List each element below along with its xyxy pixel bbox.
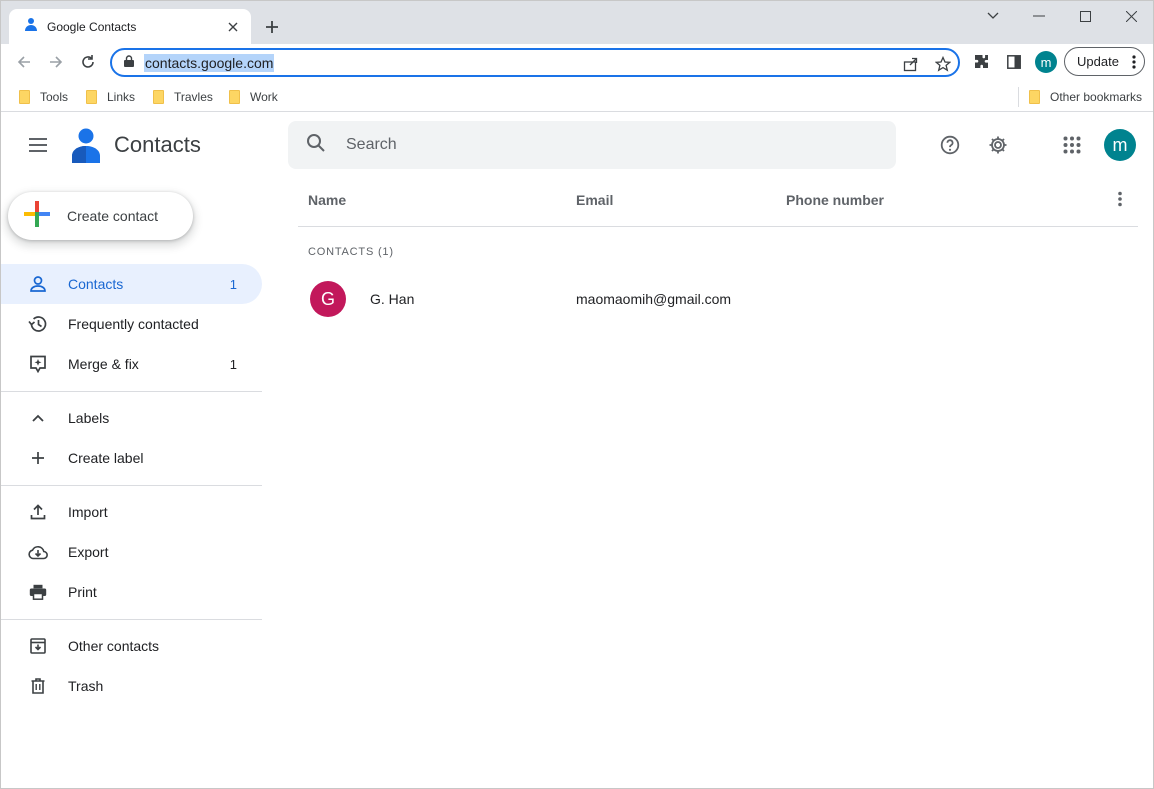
sidebar-divider [1, 391, 262, 392]
sidebar-item-label: Export [68, 544, 109, 560]
close-tab-icon[interactable] [225, 19, 241, 35]
lock-icon [124, 54, 134, 72]
apps-grid-icon[interactable] [1060, 133, 1084, 157]
bookmarks-bar: Tools Links Travles Work Other bookmarks [1, 81, 1153, 112]
contacts-logo-icon [70, 127, 102, 163]
folder-icon [19, 90, 30, 104]
forward-icon[interactable] [44, 50, 68, 74]
upload-icon [27, 501, 49, 523]
person-icon [27, 273, 49, 295]
contacts-app: Contacts m Create contact [1, 113, 1153, 788]
sidebar-divider [1, 619, 262, 620]
create-contact-button[interactable]: Create contact [8, 192, 193, 240]
tab-strip: Google Contacts [1, 1, 1153, 44]
browser-toolbar: contacts.google.com m Update [1, 44, 1153, 81]
plus-icon [27, 447, 49, 469]
sidebar-item-frequently-contacted[interactable]: Frequently contacted [1, 304, 262, 344]
history-icon [27, 313, 49, 335]
menu-dots-icon [1132, 54, 1136, 73]
sidebar-item-label: Labels [68, 410, 110, 426]
sidebar-item-other-contacts[interactable]: Other contacts [1, 626, 262, 666]
bookmark-star-icon[interactable] [933, 54, 953, 74]
printer-icon [27, 581, 49, 603]
help-icon[interactable] [938, 133, 962, 157]
column-header-phone[interactable]: Phone number [786, 192, 884, 208]
folder-icon [229, 90, 240, 104]
tab-title: Google Contacts [47, 19, 137, 34]
tab-search-icon[interactable] [979, 5, 1007, 27]
sidebar-item-label: Other contacts [68, 638, 160, 654]
folder-icon [153, 90, 164, 104]
sidebar-item-label: Frequently contacted [68, 316, 199, 332]
chevron-up-icon [27, 407, 49, 429]
search-icon[interactable] [306, 133, 326, 158]
sidebar-item-export[interactable]: Export [1, 532, 262, 572]
reload-icon[interactable] [76, 50, 100, 74]
main-menu-icon[interactable] [26, 133, 50, 157]
merge-fix-icon [27, 353, 49, 375]
maximize-icon[interactable] [1071, 5, 1099, 27]
contacts-section-label: CONTACTS (1) [308, 246, 394, 258]
sidebar-item-print[interactable]: Print [1, 572, 262, 612]
sidebar-item-trash[interactable]: Trash [1, 666, 262, 706]
column-header-name[interactable]: Name [308, 192, 346, 208]
cloud-download-icon [27, 541, 49, 563]
create-contact-label: Create contact [67, 208, 159, 224]
contact-avatar: G [310, 281, 346, 317]
browser-window: Google Contacts contacts.google.com m Up… [0, 0, 1154, 789]
sidebar-item-contacts[interactable]: Contacts 1 [1, 264, 262, 304]
share-icon[interactable] [901, 54, 921, 74]
back-icon[interactable] [12, 50, 36, 74]
sidebar-item-label: Create label [68, 450, 144, 466]
plus-colored-icon [24, 200, 50, 232]
search-input[interactable] [346, 136, 846, 154]
settings-gear-icon[interactable] [986, 133, 1010, 157]
sidebar-item-label: Trash [68, 678, 104, 694]
contacts-count: 1 [229, 276, 237, 292]
table-header-divider [298, 226, 1138, 227]
sidebar-item-label: Import [68, 504, 108, 520]
archive-icon [27, 635, 49, 657]
column-header-email[interactable]: Email [576, 192, 613, 208]
bookmark-links[interactable]: Links [86, 86, 135, 108]
update-label: Update [1077, 54, 1119, 69]
sidebar-item-import[interactable]: Import [1, 492, 262, 532]
other-bookmarks[interactable]: Other bookmarks [1029, 86, 1142, 108]
contact-email: maomaomih@gmail.com [576, 291, 732, 307]
search-bar[interactable] [288, 121, 896, 169]
update-button[interactable]: Update [1064, 47, 1145, 76]
table-row[interactable]: G G. Han maomaomih@gmail.com [298, 278, 1138, 320]
close-window-icon[interactable] [1117, 5, 1145, 27]
sidebar-item-label: Print [68, 584, 97, 600]
bookmark-work[interactable]: Work [229, 86, 278, 108]
account-avatar[interactable]: m [1104, 129, 1136, 161]
tab-google-contacts[interactable]: Google Contacts [9, 9, 251, 44]
new-tab-icon[interactable] [260, 15, 284, 39]
sidebar-item-merge-fix[interactable]: Merge & fix 1 [1, 344, 262, 384]
contacts-favicon-icon [23, 16, 39, 37]
bookmarks-separator [1018, 87, 1019, 107]
minimize-icon[interactable] [1025, 5, 1053, 27]
url-text[interactable]: contacts.google.com [144, 53, 275, 72]
merge-count: 1 [229, 356, 237, 372]
bookmark-tools[interactable]: Tools [19, 86, 68, 108]
side-panel-icon[interactable] [1003, 51, 1025, 73]
sidebar-item-create-label[interactable]: Create label [1, 438, 262, 478]
more-vert-icon[interactable] [1109, 188, 1131, 210]
trash-icon [27, 675, 49, 697]
contact-name: G. Han [370, 291, 415, 307]
folder-icon [86, 90, 97, 104]
bookmark-travles[interactable]: Travles [153, 86, 213, 108]
extensions-icon[interactable] [971, 51, 993, 73]
folder-icon [1029, 90, 1040, 104]
sidebar-divider [1, 485, 262, 486]
sidebar-item-labels[interactable]: Labels [1, 398, 262, 438]
app-title: Contacts [114, 132, 201, 157]
address-bar[interactable]: contacts.google.com [110, 48, 960, 77]
browser-profile-avatar[interactable]: m [1035, 51, 1057, 73]
